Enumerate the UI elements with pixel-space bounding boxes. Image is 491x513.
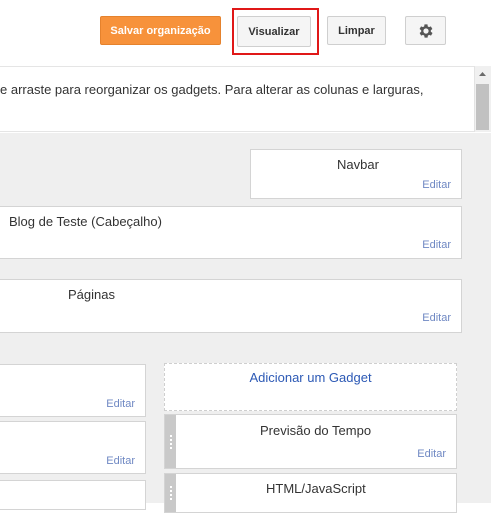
drag-handle-icon[interactable]	[165, 415, 176, 468]
gadget-header[interactable]: Blog de Teste (Cabeçalho) Editar	[0, 206, 462, 259]
clear-button[interactable]: Limpar	[327, 16, 386, 45]
gadget-left-column[interactable]: Editar	[0, 364, 146, 417]
gadget-title: Navbar	[337, 157, 379, 172]
gadget-title: Previsão do Tempo	[260, 423, 372, 438]
scrollbar-thumb[interactable]	[476, 84, 489, 130]
gadget-title: Blog de Teste (Cabeçalho)	[9, 214, 162, 229]
gadget-weather[interactable]: Previsão do Tempo Editar	[164, 414, 457, 469]
gadget-title: HTML/JavaScript	[266, 481, 366, 496]
gadget-html-javascript[interactable]: HTML/JavaScript	[164, 473, 457, 513]
settings-button[interactable]	[405, 16, 446, 45]
add-gadget-link[interactable]: Adicionar um Gadget	[164, 370, 457, 385]
gadget-left-column[interactable]: Editar	[0, 421, 146, 474]
gadget-pages[interactable]: Páginas Editar	[0, 279, 462, 333]
edit-link[interactable]: Editar	[106, 455, 135, 467]
preview-button[interactable]: Visualizar	[237, 16, 311, 47]
save-arrangement-button[interactable]: Salvar organização	[100, 16, 221, 45]
edit-link[interactable]: Editar	[417, 448, 446, 460]
edit-link[interactable]: Editar	[422, 312, 451, 324]
edit-link[interactable]: Editar	[106, 398, 135, 410]
edit-link[interactable]: Editar	[422, 179, 451, 191]
instructions-text: e arraste para reorganizar os gadgets. P…	[0, 82, 424, 97]
gadget-navbar[interactable]: Navbar Editar	[250, 149, 462, 199]
scroll-up-arrow-icon[interactable]	[476, 68, 489, 80]
gear-icon	[419, 23, 433, 38]
instructions-panel	[0, 66, 474, 132]
gadget-left-column[interactable]	[0, 480, 146, 510]
gadget-title: Páginas	[68, 287, 115, 302]
drag-handle-icon[interactable]	[165, 474, 176, 512]
edit-link[interactable]: Editar	[422, 239, 451, 251]
